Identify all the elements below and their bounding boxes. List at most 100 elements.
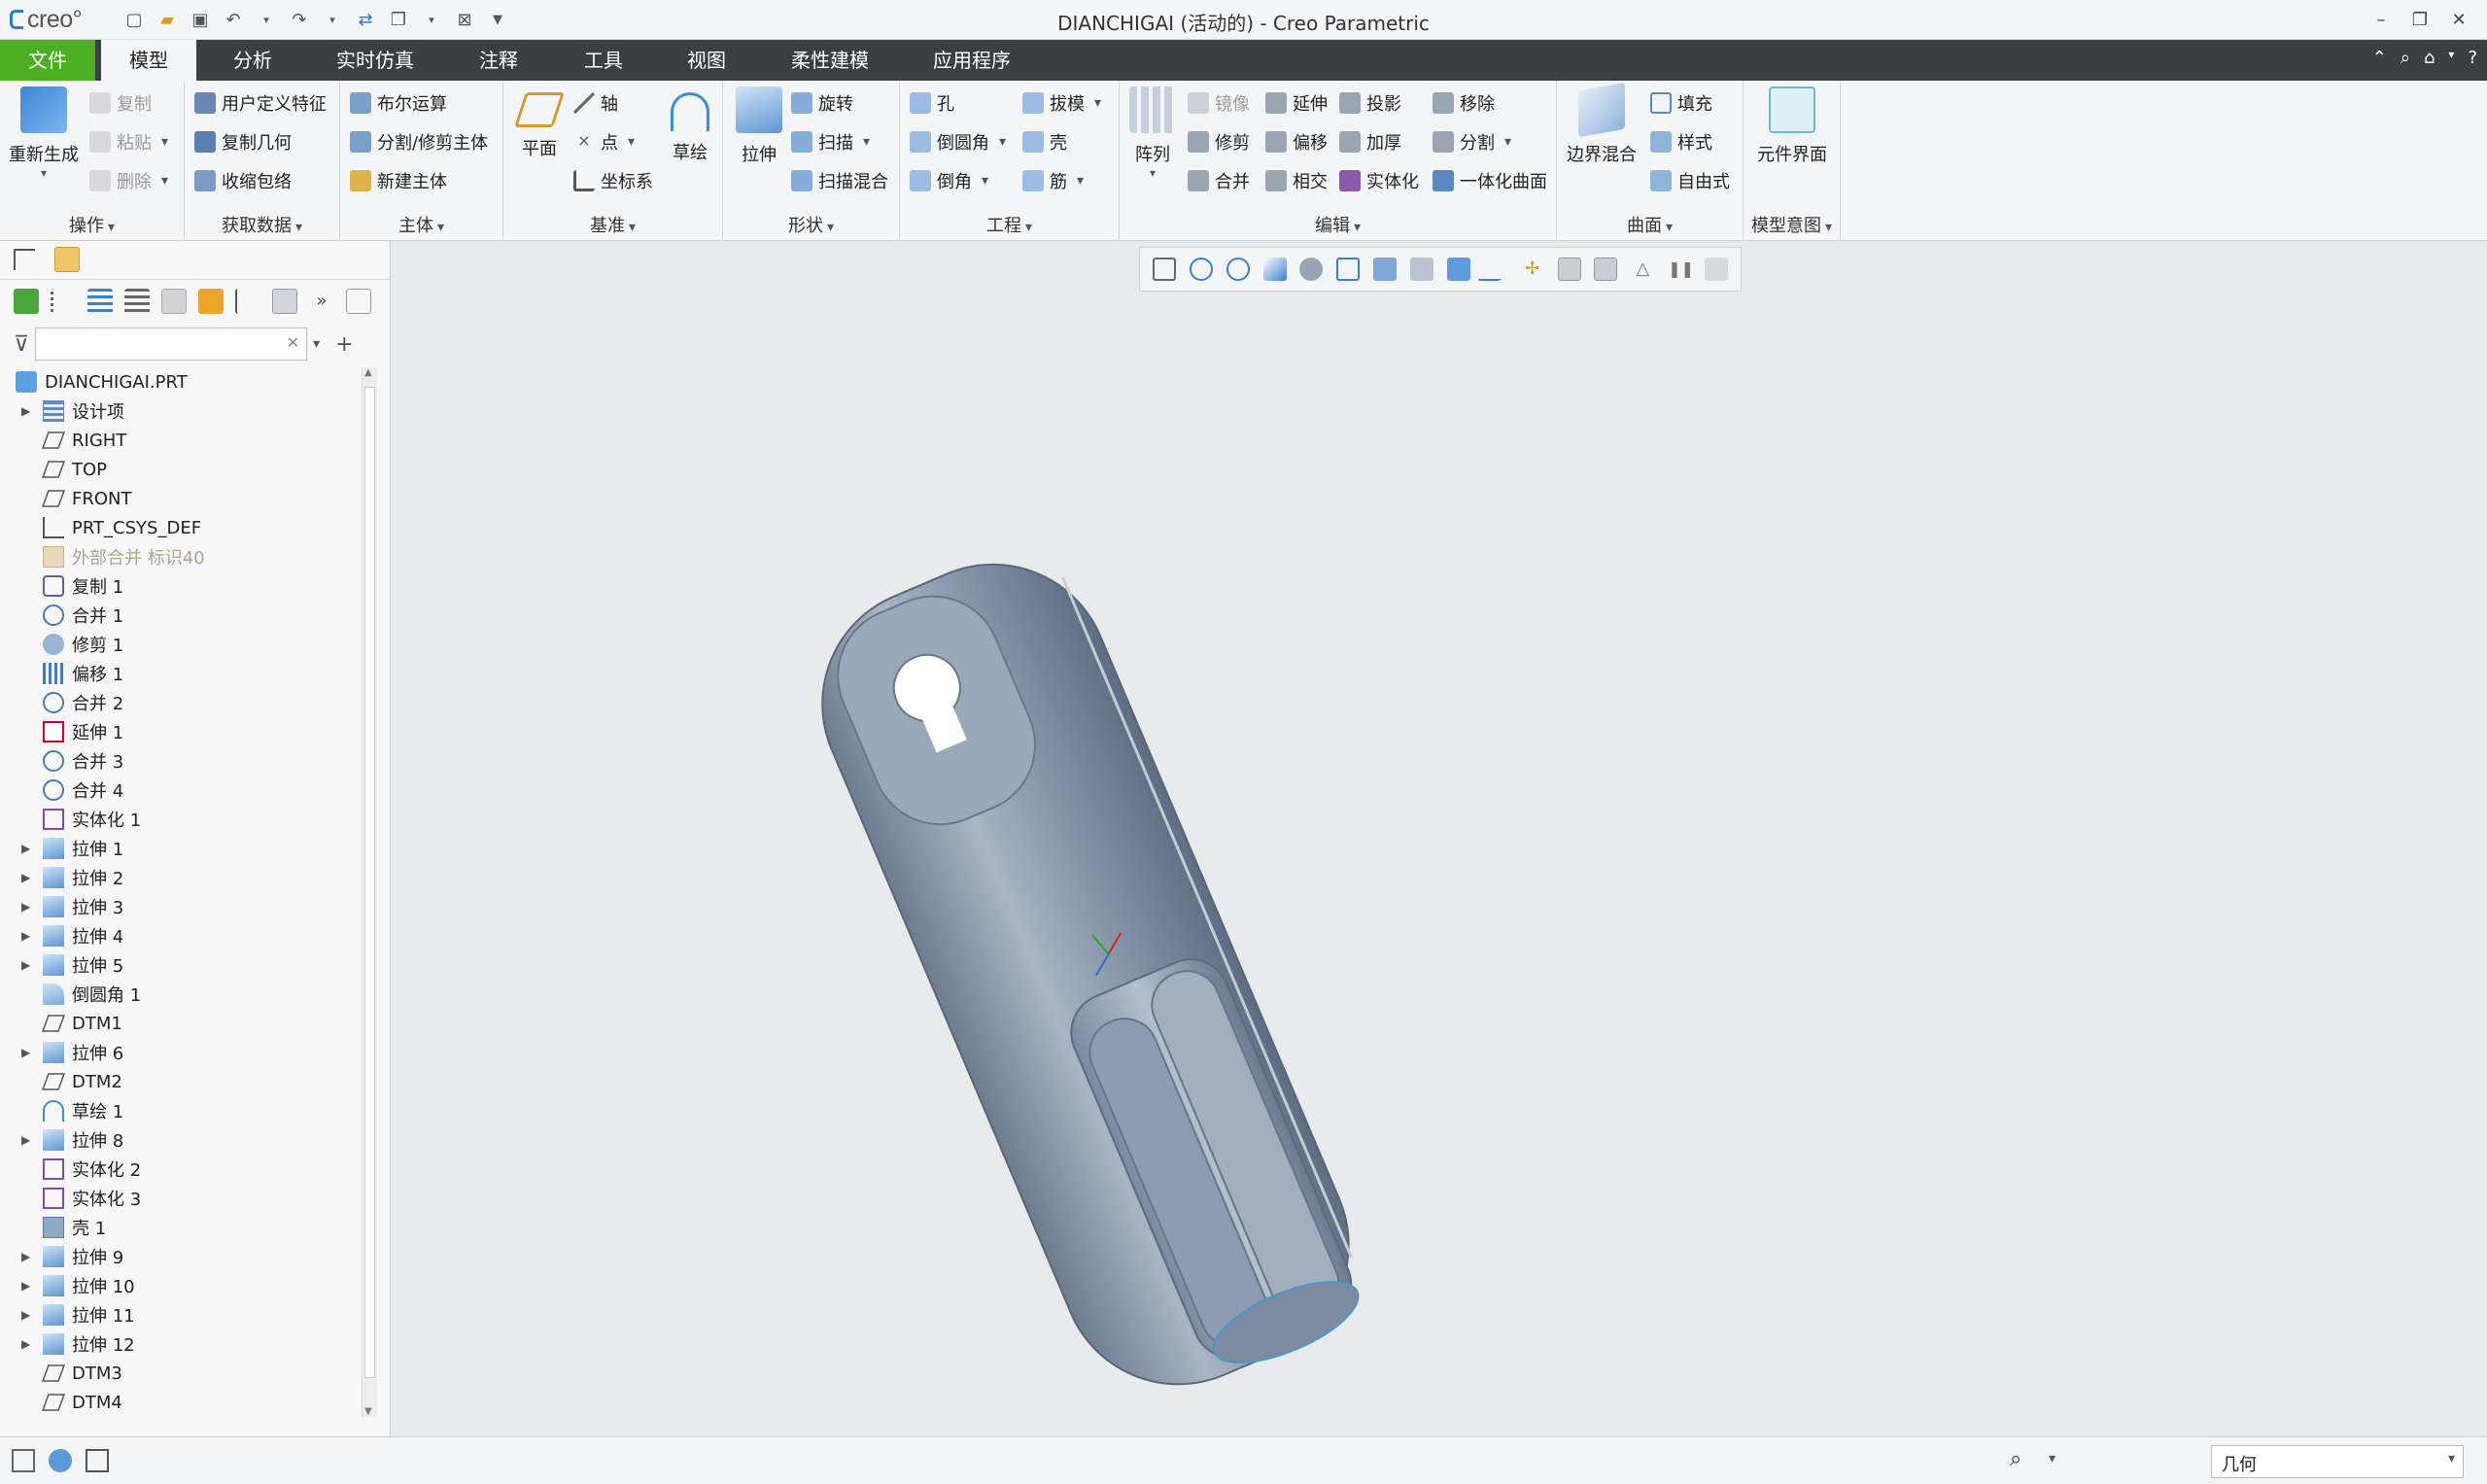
tree-item[interactable]: RIGHT [0, 426, 362, 455]
group-model-intent-label[interactable]: 模型意图 [1744, 212, 1840, 237]
point-button[interactable]: × 点 [573, 127, 635, 156]
round-button[interactable]: 倒圆角 [910, 127, 1006, 156]
tree-root[interactable]: DIANCHIGAI.PRT [0, 367, 362, 397]
group-surfaces-label[interactable]: 曲面 [1557, 212, 1743, 237]
selection-filter-select[interactable]: 几何 [2211, 1445, 2464, 1478]
tree-item[interactable]: 延伸 1 [0, 717, 362, 746]
tree-scrollbar[interactable]: ▲ ▼ [362, 367, 377, 1417]
expand-arrow-icon[interactable]: ▶ [21, 1337, 37, 1351]
expand-arrow-icon[interactable]: ▶ [21, 842, 37, 855]
csys-button[interactable]: 坐标系 [573, 166, 653, 195]
tree-item[interactable]: PRT_CSYS_DEF [0, 513, 362, 542]
expand-arrow-icon[interactable]: ▶ [21, 1133, 37, 1147]
tree-item[interactable]: 倒圆角 1 [0, 980, 362, 1009]
find-binoculars-icon[interactable]: ⌕ [2010, 1447, 2021, 1471]
group-datum-label[interactable]: 基准 [503, 212, 722, 237]
tree-item[interactable]: 合并 2 [0, 688, 362, 717]
merge-button[interactable]: 合并 [1188, 166, 1250, 195]
scroll-up-arrow-icon[interactable]: ▲ [364, 367, 372, 378]
tree-item[interactable]: DTM3 [0, 1359, 362, 1388]
clear-search-icon[interactable]: ✕ [287, 333, 299, 352]
extrude-button[interactable]: 拉伸 [729, 86, 789, 166]
regenerate-button[interactable]: 重新生成 ▾ [8, 86, 80, 180]
draft-button[interactable]: 拔模 [1022, 88, 1101, 118]
command-search-icon[interactable]: ⌕ [2401, 48, 2410, 68]
folder-browser-tab-icon[interactable] [54, 247, 80, 272]
tree-item[interactable]: ▶ 拉伸 4 [0, 921, 362, 950]
group-editing-label[interactable]: 编辑 [1120, 212, 1556, 237]
expand-arrow-icon[interactable]: ▶ [21, 1250, 37, 1263]
shell-button[interactable]: 壳 [1022, 127, 1067, 156]
mirror-button[interactable]: 镜像 [1188, 88, 1250, 118]
tree-item[interactable]: DTM2 [0, 1067, 362, 1096]
tree-settings-icon[interactable] [235, 289, 260, 314]
tab-analysis[interactable]: 分析 [206, 40, 299, 81]
tree-columns-icon[interactable] [161, 289, 187, 314]
tab-view[interactable]: 视图 [667, 40, 746, 81]
toggle-browser-icon[interactable] [49, 1449, 72, 1472]
tree-item[interactable]: ▶ 拉伸 3 [0, 892, 362, 921]
intersect-button[interactable]: 相交 [1265, 166, 1328, 195]
boundary-blend-button[interactable]: 边界混合 [1563, 82, 1641, 166]
tree-item[interactable]: 实体化 1 [0, 805, 362, 834]
tree-item[interactable]: 外部合并 标识40 [0, 542, 362, 571]
remove-button[interactable]: 移除 [1433, 88, 1495, 118]
collapse-ribbon-icon[interactable]: ⌃ [2372, 48, 2387, 68]
swept-blend-button[interactable]: 扫描混合 [791, 166, 888, 195]
scroll-down-arrow-icon[interactable]: ▼ [364, 1406, 372, 1417]
split-button[interactable]: 分割 [1433, 127, 1511, 156]
tree-item[interactable]: 合并 3 [0, 746, 362, 776]
help-icon[interactable]: ? [2468, 48, 2477, 68]
tree-item[interactable]: 壳 1 [0, 1213, 362, 1242]
panel-options-icon[interactable] [346, 289, 371, 314]
tab-applications[interactable]: 应用程序 [917, 40, 1026, 81]
tree-item[interactable]: DTM4 [0, 1388, 362, 1417]
tree-item[interactable]: DTM1 [0, 1009, 362, 1038]
learning-dropdown-icon[interactable]: ▾ [2448, 48, 2454, 68]
plane-button[interactable]: 平面 [511, 86, 568, 160]
tree-search-input[interactable] [35, 328, 308, 361]
expand-arrow-icon[interactable]: ▶ [21, 1279, 37, 1293]
solidify-button[interactable]: 实体化 [1339, 166, 1419, 195]
toggle-navigator-icon[interactable] [12, 1449, 35, 1472]
pattern-button[interactable]: 阵列 ▾ [1125, 86, 1180, 180]
tab-model[interactable]: 模型 [101, 40, 196, 81]
add-filter-icon[interactable]: + [335, 332, 353, 357]
offset-button[interactable]: 偏移 [1265, 127, 1328, 156]
group-get-data-label[interactable]: 获取数据 [185, 212, 339, 237]
copy-geometry-button[interactable]: 复制几何 [194, 127, 292, 156]
chamfer-button[interactable]: 倒角 [910, 166, 988, 195]
highlight-icon[interactable] [198, 289, 224, 314]
tree-item[interactable]: ▶ 拉伸 12 [0, 1329, 362, 1359]
rib-button[interactable]: 筋 [1022, 166, 1084, 195]
full-screen-icon[interactable] [86, 1449, 109, 1472]
tab-live-simulation[interactable]: 实时仿真 [321, 40, 430, 81]
tree-item[interactable]: 实体化 2 [0, 1155, 362, 1184]
expand-arrow-icon[interactable]: ▶ [21, 1046, 37, 1059]
tree-item[interactable]: ▶ 拉伸 6 [0, 1038, 362, 1067]
tree-item[interactable]: FRONT [0, 484, 362, 513]
fill-button[interactable]: 填充 [1650, 88, 1712, 118]
restore-icon[interactable]: ❐ [2403, 4, 2436, 35]
tree-columns-settings-icon[interactable] [272, 289, 297, 314]
expand-arrow-icon[interactable]: ▶ [21, 900, 37, 914]
tree-item[interactable]: ▶ 拉伸 5 [0, 950, 362, 980]
shrinkwrap-button[interactable]: 收缩包络 [194, 166, 292, 195]
tree-item[interactable]: ▶ 拉伸 2 [0, 863, 362, 892]
tree-item[interactable]: 合并 4 [0, 776, 362, 805]
sketch-button[interactable]: 草绘 [665, 86, 715, 164]
tab-file[interactable]: 文件 [0, 40, 95, 81]
tree-item[interactable]: 草绘 1 [0, 1096, 362, 1125]
copy-button[interactable]: 复制 [89, 88, 152, 118]
component-interface-button[interactable]: 元件界面 [1747, 86, 1837, 166]
learning-connector-icon[interactable]: ⌂ [2424, 48, 2435, 68]
split-trim-body-button[interactable]: 分割/修剪主体 [350, 127, 488, 156]
tree-scrollbar-thumb[interactable] [364, 387, 375, 1378]
group-engineering-label[interactable]: 工程 [900, 212, 1119, 237]
filter-funnel-icon[interactable]: ⊽ [14, 332, 29, 357]
model-display-icon[interactable] [14, 289, 39, 314]
delete-button[interactable]: 删除 [89, 166, 168, 195]
tree-item[interactable]: 合并 1 [0, 601, 362, 630]
expand-arrow-icon[interactable]: ▶ [21, 871, 37, 884]
search-options-dropdown-icon[interactable]: ▾ [313, 336, 320, 352]
